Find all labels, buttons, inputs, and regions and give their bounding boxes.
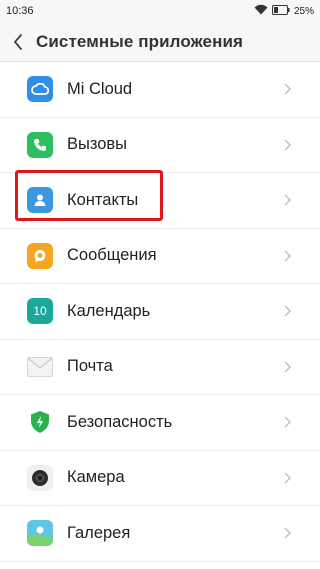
- contacts-icon: [27, 187, 53, 214]
- list-item-mi-cloud[interactable]: Mi Cloud: [0, 62, 320, 118]
- chevron-right-icon: [284, 472, 291, 484]
- gallery-icon: [27, 520, 53, 547]
- security-icon: [27, 409, 53, 435]
- battery-icon: [271, 4, 290, 18]
- list-item-calls[interactable]: Вызовы: [0, 118, 320, 173]
- battery-percent: 25%: [293, 5, 314, 17]
- messages-icon: [27, 242, 53, 269]
- app-header: Системные приложения: [0, 22, 320, 62]
- calendar-icon-number: 10: [33, 304, 47, 319]
- system-apps-list: Mi Cloud Вызовы Контакты Сообщения 10 Ка…: [0, 62, 320, 562]
- list-item-label: Mi Cloud: [67, 79, 133, 98]
- calendar-icon: 10: [27, 298, 53, 325]
- chevron-right-icon: [284, 361, 291, 373]
- list-item-label: Контакты: [67, 190, 139, 209]
- list-item-label: Галерея: [67, 523, 131, 542]
- chevron-left-icon: [14, 33, 22, 50]
- chevron-right-icon: [284, 305, 291, 317]
- chevron-right-icon: [284, 527, 291, 539]
- page-title: Системные приложения: [36, 31, 244, 51]
- chevron-right-icon: [284, 139, 291, 151]
- list-item-label: Безопасность: [67, 412, 173, 431]
- list-item-messages[interactable]: Сообщения: [0, 229, 320, 284]
- back-button[interactable]: [0, 22, 36, 62]
- wifi-icon: [254, 4, 268, 18]
- list-item-label: Вызовы: [67, 135, 128, 154]
- list-item-label: Почта: [67, 357, 113, 376]
- chevron-right-icon: [284, 250, 291, 262]
- chevron-right-icon: [284, 83, 291, 95]
- list-item-security[interactable]: Безопасность: [0, 395, 320, 451]
- list-item-label: Календарь: [67, 301, 151, 320]
- list-item-calendar[interactable]: 10 Календарь: [0, 284, 320, 340]
- list-item-label: Сообщения: [67, 246, 157, 265]
- mail-icon: [27, 354, 53, 380]
- chevron-right-icon: [284, 194, 291, 206]
- cloud-icon: [27, 76, 53, 103]
- camera-icon: [27, 464, 53, 491]
- chevron-right-icon: [284, 416, 291, 428]
- list-item-contacts[interactable]: Контакты: [0, 173, 320, 229]
- status-bar: 10:36 25%: [0, 0, 320, 22]
- list-item-camera[interactable]: Камера: [0, 451, 320, 506]
- phone-icon: [27, 131, 53, 158]
- list-item-label: Камера: [67, 468, 125, 487]
- status-time: 10:36: [6, 5, 34, 17]
- list-item-gallery[interactable]: Галерея: [0, 506, 320, 562]
- status-icons: 25%: [254, 4, 314, 18]
- list-item-mail[interactable]: Почта: [0, 340, 320, 395]
